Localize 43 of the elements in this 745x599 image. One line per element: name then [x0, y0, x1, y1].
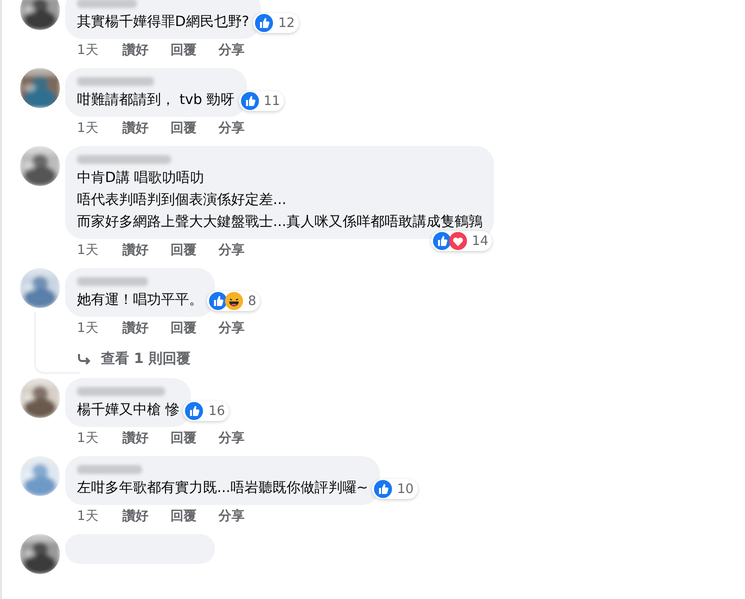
action-link[interactable]: 分享 [218, 120, 244, 138]
comment-text: 其實楊千嬅得罪D網民乜野? [77, 13, 250, 32]
comment-text: 而家好多網路上聲大大鍵盤戰士...真人咪又係咩都唔敢講成隻鶴鶉 [77, 213, 482, 232]
timestamp: 1天 [77, 430, 98, 448]
timestamp: 1天 [77, 42, 98, 60]
timestamp: 1天 [77, 120, 98, 138]
action-link[interactable]: 回覆 [170, 430, 196, 448]
reaction-badge[interactable]: 16 [183, 401, 229, 421]
comment-text: 中肯D講 唱歌叻唔叻 [77, 169, 206, 188]
blurred-name [77, 0, 137, 8]
comment-text: 楊千嬅又中槍 慘 [77, 401, 180, 420]
blurred-name [77, 277, 148, 286]
comment-text: 左咁多年歌都有實力既...唔岩聽既你做評判囉~ [77, 479, 368, 498]
timestamp: 1天 [77, 320, 98, 338]
comment-text: 她有運！唱功平平。 [77, 291, 203, 310]
action-link[interactable]: 讚好 [122, 120, 148, 138]
reaction-badge[interactable]: 14 [430, 231, 492, 251]
action-link[interactable]: 分享 [218, 430, 244, 448]
action-link[interactable]: 分享 [218, 320, 244, 338]
action-link[interactable]: 回覆 [170, 320, 196, 338]
action-link[interactable]: 回覆 [170, 508, 196, 526]
reaction-badge[interactable]: 11 [238, 91, 284, 111]
action-link[interactable]: 讚好 [122, 320, 148, 338]
comment-text: 咁難請都請到， tvb 勁呀 [77, 91, 235, 110]
reply-arrow-icon [77, 353, 91, 365]
action-link[interactable]: 回覆 [170, 242, 196, 260]
action-link[interactable]: 回覆 [170, 120, 196, 138]
action-link[interactable]: 讚好 [122, 508, 148, 526]
action-link[interactable]: 回覆 [170, 42, 196, 60]
reaction-badge[interactable]: 8 [207, 291, 260, 311]
reaction-badge[interactable]: 10 [372, 479, 418, 499]
timestamp: 1天 [77, 242, 98, 260]
reaction-badge[interactable]: 12 [253, 13, 299, 33]
blurred-name [77, 465, 142, 474]
action-link[interactable]: 讚好 [122, 42, 148, 60]
action-link[interactable]: 分享 [218, 508, 244, 526]
comment-text: 唔代表判唔判到個表演係好定差... [77, 191, 288, 210]
action-link[interactable]: 讚好 [122, 430, 148, 448]
action-link[interactable]: 分享 [218, 242, 244, 260]
view-replies-link[interactable]: 查看 1 則回覆 [77, 350, 190, 368]
action-link[interactable]: 分享 [218, 42, 244, 60]
action-link[interactable]: 讚好 [122, 242, 148, 260]
timestamp: 1天 [77, 508, 98, 526]
